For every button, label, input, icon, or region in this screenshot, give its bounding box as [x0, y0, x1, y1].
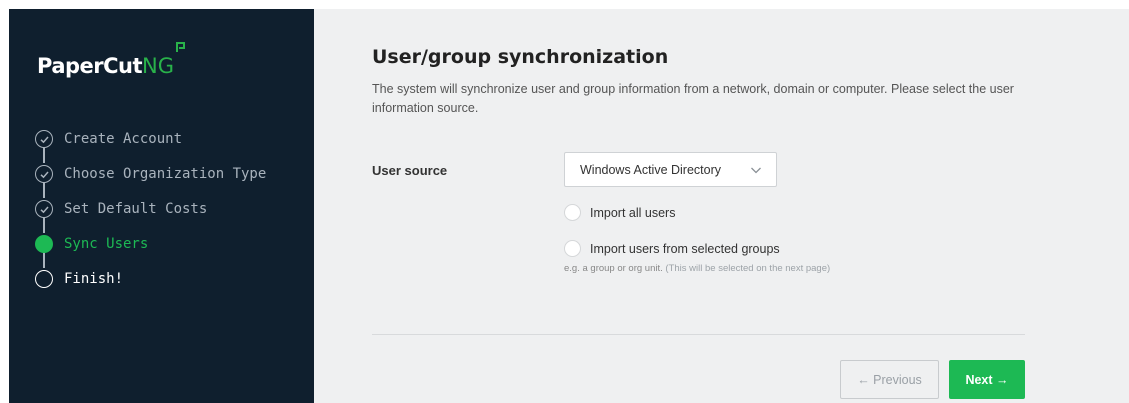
step-choose-organization-type[interactable]: Choose Organization Type — [35, 163, 266, 185]
user-source-select[interactable]: Windows Active Directory — [564, 152, 777, 187]
step-label: Choose Organization Type — [64, 166, 267, 182]
step-sync-users[interactable]: Sync Users — [35, 233, 148, 255]
step-label: Finish! — [64, 271, 124, 287]
page-title: User/group synchronization — [372, 46, 669, 68]
check-icon — [35, 200, 53, 218]
previous-button[interactable]: ← Previous — [840, 360, 939, 399]
main-panel: User/group synchronization The system wi… — [314, 9, 1129, 403]
empty-circle-icon — [35, 270, 53, 288]
divider — [372, 334, 1025, 335]
import-selected-groups-radio[interactable]: Import users from selected groups — [564, 240, 780, 257]
logo-tag-icon — [176, 42, 186, 52]
step-label: Set Default Costs — [64, 201, 208, 217]
user-source-value: Windows Active Directory — [580, 162, 722, 177]
sidebar: PaperCutNG Create Account Choose Organiz… — [9, 9, 314, 403]
radio-label: Import users from selected groups — [590, 241, 780, 256]
step-label: Sync Users — [64, 236, 149, 252]
step-create-account[interactable]: Create Account — [35, 128, 182, 150]
groups-hint: e.g. a group or org unit. (This will be … — [564, 263, 831, 274]
step-label: Create Account — [64, 131, 183, 147]
radio-circle[interactable] — [564, 204, 581, 221]
chevron-down-icon — [751, 167, 761, 174]
page-description: The system will synchronize user and gro… — [372, 82, 1014, 115]
filled-circle-icon — [35, 235, 53, 253]
check-icon — [35, 165, 53, 183]
step-finish[interactable]: Finish! — [35, 268, 123, 290]
next-button[interactable]: Next → — [949, 360, 1025, 399]
user-source-label: User source — [372, 163, 448, 178]
radio-label: Import all users — [590, 205, 676, 220]
step-set-default-costs[interactable]: Set Default Costs — [35, 198, 207, 220]
import-all-users-radio[interactable]: Import all users — [564, 204, 675, 221]
check-icon — [35, 130, 53, 148]
papercut-logo: PaperCutNG — [37, 42, 186, 88]
radio-circle[interactable] — [564, 240, 581, 257]
